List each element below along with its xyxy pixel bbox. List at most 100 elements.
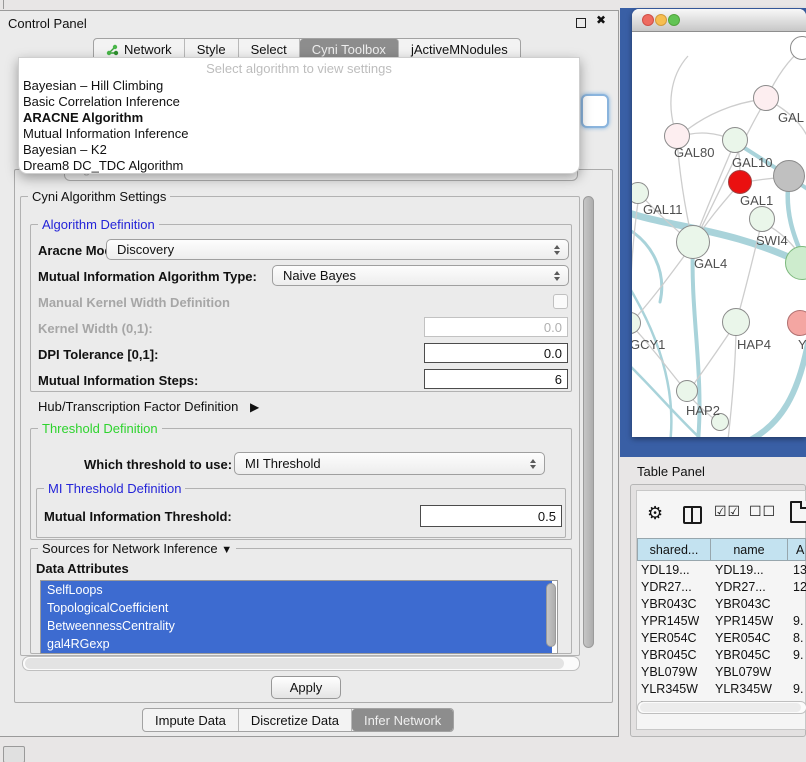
network-node[interactable]	[722, 308, 750, 336]
network-node[interactable]	[722, 127, 748, 153]
table-cell[interactable]: YPR145W	[715, 614, 773, 628]
table-cell[interactable]: YDR27...	[641, 580, 692, 594]
settings-horizontal-scrollbar[interactable]	[22, 656, 580, 671]
table-cell[interactable]: YER054C	[641, 631, 697, 645]
application-window: Control Panel ✖ Network Style Select Cyn…	[0, 0, 806, 762]
table-cell[interactable]: 8.	[793, 631, 803, 645]
table-cell[interactable]: 9.	[793, 648, 803, 662]
attribute-item[interactable]: BetweennessCentrality	[41, 617, 552, 635]
mi-type-label: Mutual Information Algorithm Type:	[38, 269, 257, 284]
table-cell[interactable]: YBR043C	[715, 597, 771, 611]
network-node[interactable]	[753, 85, 779, 111]
hub-section-label: Hub/Transcription Factor Definition	[38, 399, 238, 414]
tab-select-label: Select	[251, 42, 287, 57]
close-icon[interactable]: ✖	[596, 13, 606, 27]
checked-columns-icon[interactable]: ☑☑	[714, 503, 741, 520]
gear-icon[interactable]: ⚙	[647, 503, 663, 524]
attribute-item[interactable]: TopologicalCoefficient	[41, 599, 552, 617]
dpi-tolerance-field[interactable]: 0.0	[424, 343, 568, 363]
manual-kernel-label: Manual Kernel Width Definition	[38, 295, 230, 310]
algorithm-option[interactable]: Bayesian – Hill Climbing	[23, 78, 163, 94]
table-cell[interactable]: YER054C	[715, 631, 771, 645]
algorithm-option[interactable]: Basic Correlation Inference	[23, 94, 180, 110]
table-cell[interactable]: YPR145W	[641, 614, 699, 628]
minimized-panel-button[interactable]	[3, 746, 25, 762]
table-cell[interactable]: 13	[793, 563, 806, 577]
sources-group-title: Sources for Network Inference ▼	[38, 541, 236, 556]
list-vertical-scrollbar[interactable]	[546, 583, 556, 647]
sources-title-text: Sources for Network Inference	[42, 541, 218, 556]
split-columns-icon[interactable]	[683, 506, 702, 524]
table-cell[interactable]: YBL079W	[641, 665, 697, 679]
float-icon[interactable]	[576, 18, 586, 28]
network-node[interactable]	[749, 206, 775, 232]
algorithm-combobox-edge[interactable]	[581, 94, 609, 128]
kernel-width-field[interactable]: 0.0	[424, 317, 568, 337]
table-cell[interactable]: YBR045C	[641, 648, 697, 662]
tab-impute-data[interactable]: Impute Data	[143, 709, 239, 731]
aracne-mode-combobox[interactable]: Discovery	[106, 239, 569, 260]
network-node[interactable]	[787, 310, 806, 336]
tab-jactivemnodules-label: jActiveMNodules	[411, 42, 508, 57]
algorithm-definition-title: Algorithm Definition	[38, 217, 159, 232]
table-cell[interactable]: YBL079W	[715, 665, 771, 679]
attribute-item[interactable]: gal4RGexp	[41, 635, 552, 653]
tab-infer-network-label: Infer Network	[364, 713, 441, 728]
which-threshold-combobox[interactable]: MI Threshold	[234, 452, 545, 475]
apply-button[interactable]: Apply	[271, 676, 341, 699]
combo-arrows-icon	[554, 271, 560, 281]
tab-infer-network[interactable]: Infer Network	[352, 709, 453, 731]
algorithm-option[interactable]: Mutual Information Inference	[23, 126, 188, 142]
settings-vertical-scrollbar[interactable]	[583, 196, 594, 648]
network-desktop-background: GAL GAL80 GAL10 GAL1 GAL11 SWI4 GAL4 GCY…	[620, 8, 806, 457]
close-traffic-light-icon[interactable]	[642, 14, 654, 26]
table-cell[interactable]: YLR345W	[641, 682, 698, 696]
algorithm-dropdown: Select algorithm to view settings Bayesi…	[18, 57, 580, 174]
table-horizontal-scrollbar-thumb[interactable]	[640, 703, 801, 712]
table-cell[interactable]: 9.	[793, 682, 803, 696]
tab-discretize-data[interactable]: Discretize Data	[239, 709, 352, 731]
minimize-traffic-light-icon[interactable]	[655, 14, 667, 26]
network-node[interactable]	[773, 160, 805, 192]
manual-kernel-checkbox[interactable]	[553, 294, 568, 309]
table-cell[interactable]: 9.	[793, 614, 803, 628]
table-cell[interactable]: 12	[793, 580, 806, 594]
table-cell[interactable]: YDL19...	[641, 563, 690, 577]
mi-threshold-field[interactable]: 0.5	[420, 505, 562, 527]
table-panel-title: Table Panel	[637, 464, 705, 479]
node-label: GAL10	[732, 155, 772, 170]
algorithm-option-selected[interactable]: ARACNE Algorithm	[23, 110, 143, 126]
table-cell[interactable]: YBR043C	[641, 597, 697, 611]
network-node[interactable]	[676, 225, 710, 259]
unchecked-columns-icon[interactable]: ☐☐	[749, 503, 776, 520]
table-cell[interactable]: YBR045C	[715, 648, 771, 662]
bottom-tabs: Impute Data Discretize Data Infer Networ…	[142, 708, 454, 732]
apply-button-label: Apply	[290, 680, 323, 695]
mi-threshold-group-title: MI Threshold Definition	[44, 481, 185, 496]
algorithm-option[interactable]: Dream8 DC_TDC Algorithm	[23, 158, 183, 174]
table-cell[interactable]: YDR27...	[715, 580, 766, 594]
column-header-shared-name[interactable]: shared...	[637, 538, 711, 561]
attribute-item[interactable]: SelfLoops	[41, 581, 552, 599]
document-icon[interactable]	[790, 501, 806, 523]
mi-steps-field[interactable]: 6	[424, 369, 568, 389]
settings-horizontal-scrollbar-thumb[interactable]	[25, 658, 564, 669]
network-icon	[106, 44, 119, 56]
network-canvas[interactable]: GAL GAL80 GAL10 GAL1 GAL11 SWI4 GAL4 GCY…	[632, 32, 806, 437]
mi-type-combobox[interactable]: Naive Bayes	[272, 265, 569, 286]
which-threshold-value: MI Threshold	[245, 456, 321, 471]
network-view-window: GAL GAL80 GAL10 GAL1 GAL11 SWI4 GAL4 GCY…	[632, 9, 806, 437]
network-node-selected[interactable]	[728, 170, 752, 194]
network-node[interactable]	[676, 380, 698, 402]
table-horizontal-scrollbar[interactable]	[637, 701, 806, 714]
table-cell[interactable]: YDL19...	[715, 563, 764, 577]
column-header-name[interactable]: name	[710, 538, 788, 561]
algorithm-option[interactable]: Bayesian – K2	[23, 142, 107, 158]
hub-section-toggle[interactable]: Hub/Transcription Factor Definition ▶	[38, 399, 259, 414]
maximize-traffic-light-icon[interactable]	[668, 14, 680, 26]
kernel-width-label: Kernel Width (0,1):	[38, 321, 153, 336]
table-cell[interactable]: YLR345W	[715, 682, 772, 696]
collapse-down-icon[interactable]: ▼	[221, 544, 232, 556]
network-window-titlebar[interactable]	[632, 9, 806, 32]
column-header-partial[interactable]: A	[787, 538, 806, 561]
